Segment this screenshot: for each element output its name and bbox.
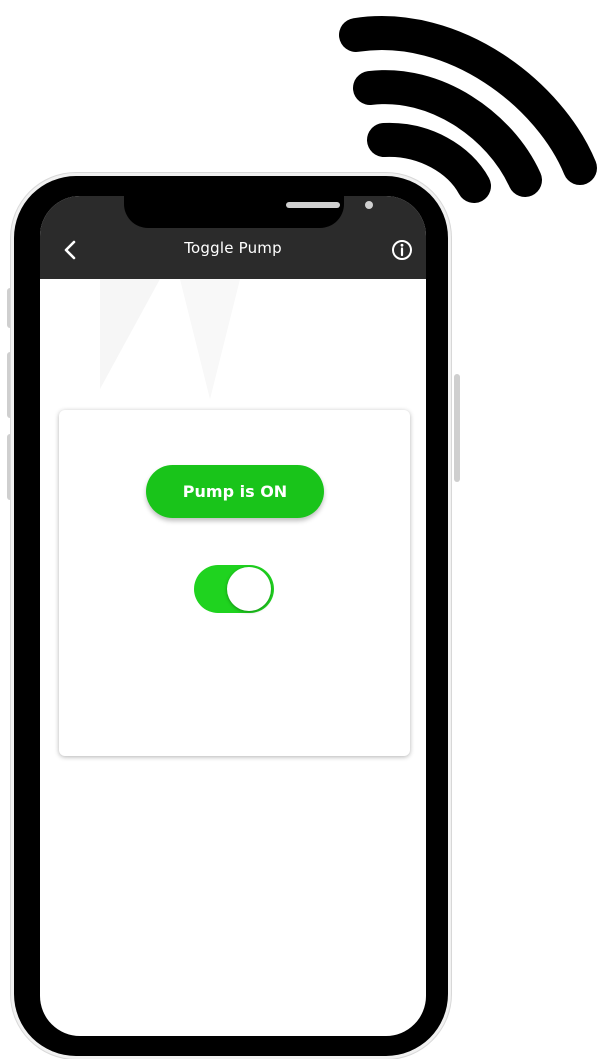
info-circle-icon [392,240,412,260]
speaker-grille [286,202,340,208]
volume-up-button [7,352,13,418]
app-bar: Toggle Pump [40,196,426,279]
power-button [454,374,460,482]
volume-down-button [7,434,13,500]
info-button[interactable] [388,236,416,264]
mute-switch [7,288,13,328]
pump-control-card: Pump is ON [59,410,410,756]
front-camera [365,201,373,209]
notch [124,196,373,228]
pump-toggle-switch[interactable] [194,565,274,613]
pump-status-badge: Pump is ON [146,465,324,518]
toggle-knob [227,567,271,611]
phone-screen: Toggle Pump Pump is ON [40,196,426,1036]
pump-status-label: Pump is ON [182,482,288,501]
page-title: Toggle Pump [184,239,282,257]
